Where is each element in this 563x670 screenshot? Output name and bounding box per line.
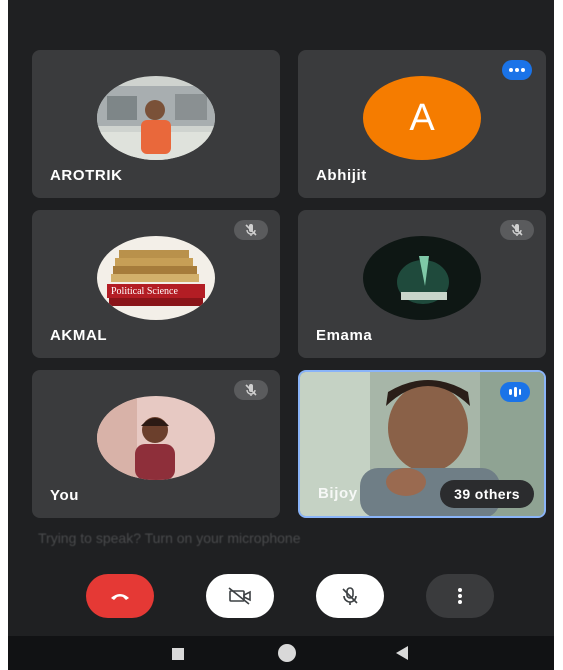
- phone-hangup-icon: [111, 594, 129, 600]
- more-vert-icon: [458, 588, 462, 604]
- participant-tile-bijoy[interactable]: Bijoy 39 others: [298, 370, 546, 518]
- back-icon[interactable]: [396, 646, 408, 660]
- participant-tile-akmal[interactable]: Political Science AKMAL: [32, 210, 280, 358]
- mic-toggle-button[interactable]: [316, 574, 384, 618]
- speaking-indicator-icon: [502, 60, 532, 80]
- photo-young-man-icon: [97, 396, 215, 480]
- mic-off-icon: [234, 220, 268, 240]
- avatar: [97, 76, 215, 160]
- photo-book-light-icon: [363, 236, 481, 320]
- call-controls: [8, 566, 554, 636]
- home-icon[interactable]: [278, 644, 296, 662]
- participant-tile-emama[interactable]: Emama: [298, 210, 546, 358]
- participant-tile-abhijit[interactable]: A Abhijit: [298, 50, 546, 198]
- photo-books-icon: [97, 236, 215, 320]
- mic-off-icon: [234, 380, 268, 400]
- participant-tile-you[interactable]: You: [32, 370, 280, 518]
- participant-name: AKMAL: [50, 327, 108, 344]
- microphone-hint: Trying to speak? Turn on your microphone: [38, 530, 301, 546]
- camera-off-icon: [228, 587, 251, 605]
- mic-off-icon: [342, 587, 358, 605]
- participant-tile-arotrik[interactable]: AROTRIK: [32, 50, 280, 198]
- meeting-screen: AROTRIK A Abhijit Political Science AKMA…: [8, 0, 554, 670]
- avatar: A: [363, 76, 481, 160]
- speaking-indicator-icon: [500, 382, 530, 402]
- android-nav-bar: [8, 636, 554, 670]
- book-caption: Political Science: [111, 286, 178, 297]
- photo-boy-icon: [97, 76, 215, 160]
- participant-name: Abhijit: [316, 167, 367, 184]
- participant-name: You: [50, 487, 80, 504]
- camera-toggle-button[interactable]: [206, 574, 274, 618]
- recents-icon[interactable]: [172, 648, 184, 660]
- avatar: [363, 236, 481, 320]
- participant-name: AROTRIK: [50, 167, 123, 184]
- participant-name: Emama: [316, 327, 373, 344]
- end-call-button[interactable]: [86, 574, 154, 618]
- more-options-button[interactable]: [426, 574, 494, 618]
- avatar-letter: A: [409, 96, 435, 139]
- avatar: Political Science: [97, 236, 215, 320]
- mic-off-icon: [500, 220, 534, 240]
- participant-name: Bijoy: [318, 485, 358, 502]
- others-count-badge[interactable]: 39 others: [440, 480, 534, 508]
- avatar: [97, 396, 215, 480]
